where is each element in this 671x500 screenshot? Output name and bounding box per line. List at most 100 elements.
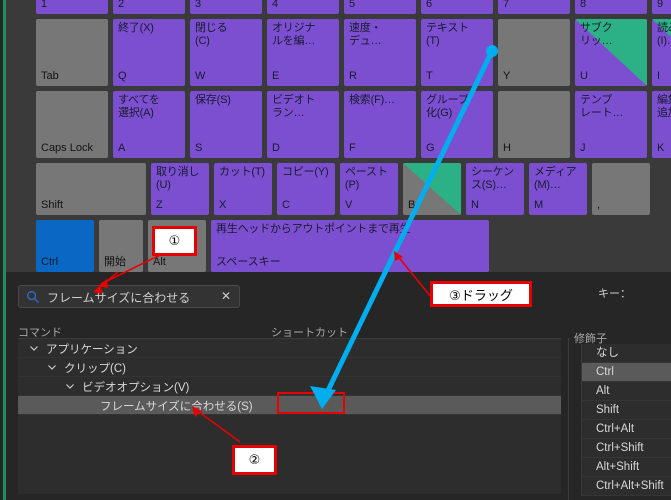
key-z[interactable]: 取り消し (U) Z: [151, 163, 209, 215]
key-v-key-label: V: [345, 199, 353, 211]
key-m[interactable]: メディア (M)… M: [529, 163, 587, 215]
key-2[interactable]: 2: [113, 0, 185, 14]
key-q[interactable]: 終了(X) Q: [113, 19, 185, 86]
chevron-down-icon[interactable]: [46, 361, 58, 373]
key-7[interactable]: 7: [498, 0, 570, 14]
key-t[interactable]: テキスト (T) T: [421, 19, 493, 86]
key-tab[interactable]: Tab: [36, 19, 108, 86]
key-f[interactable]: 検索(F)… F: [344, 91, 416, 158]
panel-divider: [568, 338, 569, 500]
key-s[interactable]: 保存(S) S: [190, 91, 262, 158]
key-u[interactable]: サブク リッ… U: [575, 19, 647, 86]
modifier-item[interactable]: Ctrl+Shift: [582, 439, 671, 458]
key-8-key-label: 8: [580, 0, 587, 10]
key-s-key-label: S: [195, 142, 203, 154]
key-9[interactable]: 9: [652, 0, 671, 14]
key-b-key-label: B: [408, 199, 416, 211]
key-ctrl[interactable]: Ctrl: [36, 220, 94, 272]
key-s-command-label: 保存(S): [195, 94, 231, 106]
modifier-item[interactable]: Shift: [582, 401, 671, 420]
key-3[interactable]: 3: [190, 0, 262, 14]
modifier-item[interactable]: なし: [582, 344, 671, 363]
key-2-key-label: 2: [118, 0, 125, 10]
search-input[interactable]: フレームサイズに合わせる ✕: [18, 285, 240, 308]
key-i[interactable]: 読み込み (I)… I: [652, 19, 671, 86]
key-j[interactable]: テンプ レート… J: [575, 91, 647, 158]
modifier-item[interactable]: Ctrl: [582, 363, 671, 382]
key-3-key-label: 3: [195, 0, 202, 10]
key-1-key-label: 1: [41, 0, 48, 10]
key-n-key-label: N: [471, 199, 479, 211]
key-n-command-label: シーケン ス(S)…: [471, 166, 514, 191]
callout-1: ①: [152, 226, 197, 256]
tree-row[interactable]: クリップ(C): [18, 358, 561, 377]
key-start-key-label: 開始: [104, 256, 126, 268]
key-f-key-label: F: [349, 142, 356, 154]
key-space-key-label: スペースキー: [216, 256, 281, 268]
key-g-key-label: G: [426, 142, 435, 154]
key-v-command-label: ペースト (P): [345, 166, 388, 191]
key-v[interactable]: ペースト (P) V: [340, 163, 398, 215]
key-a-key-label: A: [118, 142, 126, 154]
key-4[interactable]: 4: [267, 0, 339, 14]
command-tree[interactable]: アプリケーション クリップ(C) ビデオオプション(V) フレームサイズに合わせる(S…: [18, 338, 561, 494]
key-6[interactable]: 6: [421, 0, 493, 14]
search-clear-button[interactable]: ✕: [221, 289, 231, 303]
tree-empty-area: [18, 415, 561, 493]
key-comma-key-label: ,: [597, 199, 601, 211]
chevron-down-icon[interactable]: [28, 342, 40, 354]
key-n[interactable]: シーケン ス(S)… N: [466, 163, 524, 215]
key-space[interactable]: 再生ヘッドからアウトポイントまで再生 スペースキー: [211, 220, 489, 272]
key-w[interactable]: 閉じる (C) W: [190, 19, 262, 86]
key-k[interactable]: 編集点を 追加(A) K: [652, 91, 671, 158]
modifier-item[interactable]: Ctrl+Alt+Shift: [582, 477, 671, 496]
key-k-key-label: K: [657, 142, 665, 154]
key-capslock[interactable]: Caps Lock: [36, 91, 108, 158]
key-w-command-label: 閉じる (C): [195, 22, 228, 47]
key-r[interactable]: 速度・ デュ… R: [344, 19, 416, 86]
key-capslock-key-label: Caps Lock: [41, 142, 93, 154]
modifier-item[interactable]: Ctrl+Alt: [582, 420, 671, 439]
key-b[interactable]: B: [403, 163, 461, 215]
key-q-command-label: 終了(X): [118, 22, 154, 34]
key-y[interactable]: Y: [498, 19, 570, 86]
key-8[interactable]: 8: [575, 0, 647, 14]
key-c[interactable]: コピー(Y) C: [277, 163, 335, 215]
key-ctrl-key-label: Ctrl: [41, 256, 59, 268]
key-z-command-label: 取り消し (U): [156, 166, 200, 191]
key-y-key-label: Y: [503, 70, 511, 82]
key-z-key-label: Z: [156, 199, 163, 211]
key-a[interactable]: すべてを 選択(A) A: [113, 91, 185, 158]
modifier-item[interactable]: Alt+Shift: [582, 458, 671, 477]
key-e[interactable]: オリジナ ルを編… E: [267, 19, 339, 86]
key-k-command-label: 編集点を 追加(A): [657, 94, 671, 119]
key-q-key-label: Q: [118, 70, 127, 82]
key-6-key-label: 6: [426, 0, 433, 10]
key-h[interactable]: H: [498, 91, 570, 158]
key-a-command-label: すべてを 選択(A): [118, 94, 160, 119]
chevron-down-icon[interactable]: [64, 380, 76, 392]
key-alt-key-label: Alt: [153, 256, 166, 268]
key-shift[interactable]: Shift: [36, 163, 146, 215]
key-1[interactable]: 1: [36, 0, 108, 14]
key-g[interactable]: グループ 化(G) G: [421, 91, 493, 158]
modifier-list[interactable]: なし Ctrl Alt Shift Ctrl+Alt Ctrl+Shift Alt+Shif…: [581, 344, 671, 496]
keyboard-map: 1234567890Tab終了(X)Q閉じる (C)Wオリジナ ルを編…E速度・…: [6, 0, 671, 272]
key-w-key-label: W: [195, 70, 206, 82]
shortcut-cell-highlight: [277, 392, 345, 414]
key-d-command-label: ビデオト ラン…: [272, 94, 316, 119]
key-4-key-label: 4: [272, 0, 279, 10]
modifier-item[interactable]: Alt: [582, 382, 671, 401]
key-j-key-label: J: [580, 142, 586, 154]
key-5[interactable]: 5: [344, 0, 416, 14]
key-r-key-label: R: [349, 70, 357, 82]
tree-row-label: フレームサイズに合わせる(S): [100, 401, 253, 413]
key-x[interactable]: カット(T) X: [214, 163, 272, 215]
tree-row-label: ビデオオプション(V): [82, 382, 190, 394]
key-h-key-label: H: [503, 142, 511, 154]
key-start[interactable]: 開始: [99, 220, 143, 272]
key-comma[interactable]: ,: [592, 163, 650, 215]
tree-row[interactable]: アプリケーション: [18, 339, 561, 358]
app-root: 1234567890Tab終了(X)Q閉じる (C)Wオリジナ ルを編…E速度・…: [0, 0, 671, 500]
key-d[interactable]: ビデオト ラン… D: [267, 91, 339, 158]
